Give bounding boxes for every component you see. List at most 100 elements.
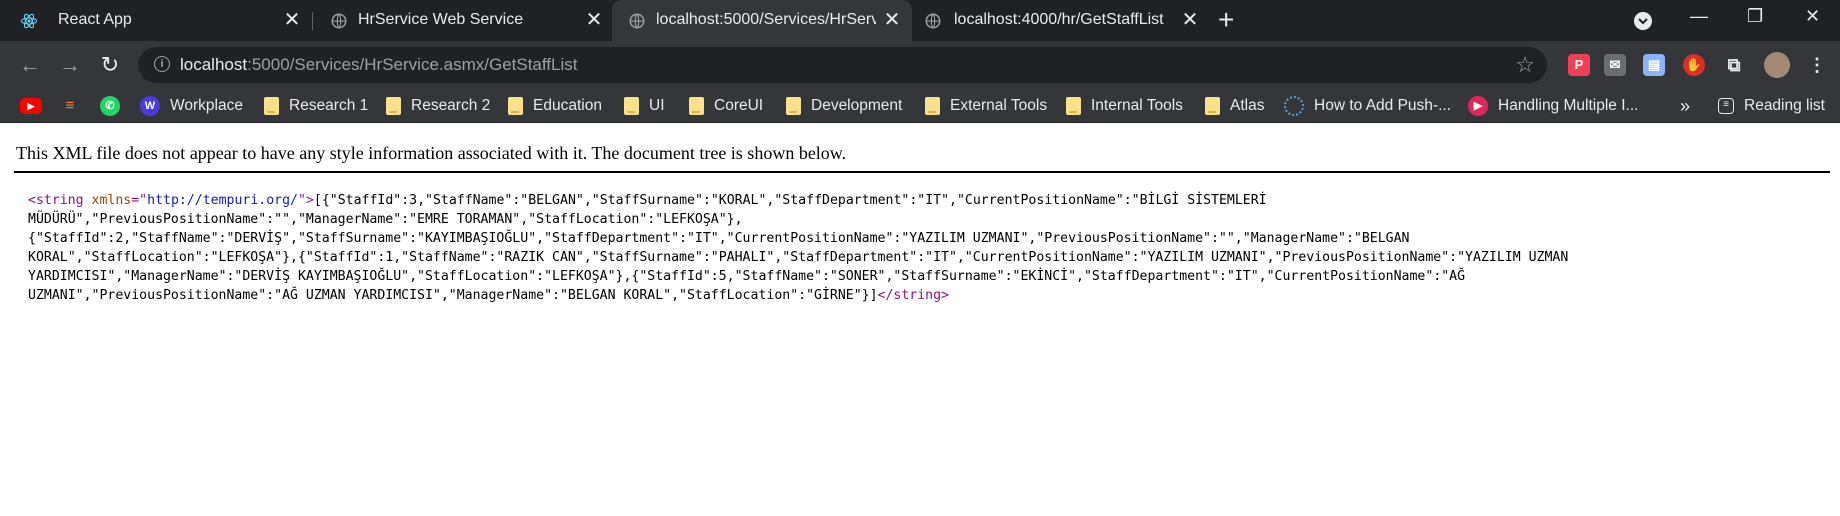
bookmark-internal-tools[interactable]: Internal Tools	[1066, 95, 1183, 117]
folder-icon	[1066, 97, 1081, 115]
browser-toolbar: ← → ↻ i localhost:5000/Services/HrServic…	[0, 41, 1840, 90]
bookmark-development[interactable]: Development	[786, 95, 902, 117]
folder-icon	[264, 97, 279, 115]
extensions-puzzle-icon[interactable]: ⧉	[1723, 54, 1745, 76]
xml-attr-name: xmlns	[91, 193, 132, 208]
globe-icon	[629, 13, 645, 29]
url-host: localhost	[180, 55, 248, 74]
close-tab-icon[interactable]: ✕	[882, 9, 902, 31]
bookmark-label: CoreUI	[714, 97, 764, 114]
bookmark-atlas[interactable]: Atlas	[1205, 95, 1264, 117]
chrome-menu-icon[interactable]: ⋮	[1806, 54, 1828, 76]
whatsapp-bookmark[interactable]: ✆	[100, 95, 130, 117]
xml-close-tag: </string>	[877, 288, 949, 303]
folder-icon	[386, 97, 401, 115]
bookmark-label: How to Add Push-...	[1314, 97, 1451, 114]
xml-notice-text: This XML file does not appear to have an…	[16, 143, 847, 163]
xml-text-line: YARDIMCISI","ManagerName":"DERVİŞ KAYIMB…	[28, 269, 1466, 284]
bookmark-handling-multiple[interactable]: ▶ Handling Multiple I...	[1468, 95, 1638, 117]
site-info-icon[interactable]: i	[154, 56, 170, 72]
xml-text-line: [{"StaffId":3,"StaffName":"BELGAN","Staf…	[313, 193, 1267, 208]
mail-extension-icon[interactable]: ✉	[1604, 54, 1626, 76]
bookmark-ui[interactable]: UI	[624, 95, 665, 117]
xml-text-line: KORAL","StaffLocation":"LEFKOŞA"},{"Staf…	[28, 250, 1569, 265]
bookmark-label: Research 2	[411, 97, 491, 114]
tab-react-app[interactable]: React App ✕	[0, 0, 310, 41]
bookmark-star-icon[interactable]: ☆	[1515, 52, 1535, 78]
sheet-extension-icon[interactable]: ▤	[1643, 54, 1665, 76]
tab-title: localhost:4000/hr/GetStaffList	[954, 11, 1164, 28]
tab-hrservice-web-service[interactable]: HrService Web Service ✕	[310, 0, 610, 41]
tab-title: localhost:5000/Services/HrService	[656, 11, 876, 28]
page-content: This XML file does not appear to have an…	[0, 123, 1840, 516]
stackoverflow-bookmark[interactable]: ≡	[60, 95, 90, 117]
reading-list-icon: ≡	[1718, 98, 1734, 114]
url-text[interactable]: localhost:5000/Services/HrService.asmx/G…	[180, 55, 577, 75]
forward-button[interactable]: →	[56, 51, 84, 79]
folder-icon	[786, 97, 801, 115]
globe-icon	[331, 13, 347, 29]
globe-icon	[925, 13, 941, 29]
pocket-extension-icon[interactable]: P	[1568, 54, 1590, 76]
bookmark-workplace[interactable]: W Workplace	[140, 95, 243, 117]
bookmark-push-notifications[interactable]: How to Add Push-...	[1284, 95, 1451, 117]
address-bar[interactable]: i localhost:5000/Services/HrService.asmx…	[138, 47, 1547, 83]
bookmark-label: Handling Multiple I...	[1498, 97, 1639, 114]
workplace-icon: W	[140, 96, 160, 116]
tab-search-icon[interactable]	[1634, 12, 1652, 30]
react-icon	[20, 13, 38, 29]
xml-attr-eq: ="	[131, 193, 148, 208]
bookmark-label: External Tools	[950, 97, 1048, 114]
folder-icon	[624, 97, 639, 115]
minimize-button[interactable]: —	[1690, 6, 1708, 27]
xml-text-line: {"StaffId":2,"StaffName":"DERVİŞ","Staff…	[28, 231, 1410, 246]
tab-localhost-4000[interactable]: localhost:4000/hr/GetStaffList ✕	[912, 0, 1212, 41]
back-button[interactable]: ←	[16, 51, 44, 79]
bookmark-research-1[interactable]: Research 1	[264, 95, 368, 117]
folder-icon	[689, 97, 704, 115]
bookmark-research-2[interactable]: Research 2	[386, 95, 490, 117]
xml-text-line: MÜDÜRÜ","PreviousPositionName":"","Manag…	[28, 212, 743, 227]
bookmark-label: Education	[533, 97, 602, 114]
close-tab-icon[interactable]: ✕	[584, 9, 604, 31]
folder-icon	[925, 97, 940, 115]
bookmark-label: Internal Tools	[1091, 97, 1183, 114]
stackoverflow-icon: ≡	[65, 97, 75, 114]
folder-icon	[1205, 97, 1220, 115]
bookmark-coreui[interactable]: CoreUI	[689, 95, 763, 117]
new-tab-button[interactable]: +	[1218, 6, 1234, 34]
tab-strip: React App ✕ HrService Web Service ✕ loca…	[0, 0, 1840, 41]
window-close-button[interactable]: ✕	[1805, 6, 1820, 27]
close-tab-icon[interactable]: ✕	[282, 9, 302, 31]
whatsapp-icon: ✆	[100, 96, 120, 116]
xml-tree: <string xmlns="http://tempuri.org/">[{"S…	[28, 191, 1818, 305]
video-icon: ▶	[1468, 96, 1488, 116]
xml-open-tag: <string	[28, 193, 84, 208]
bookmark-label: Research 1	[289, 97, 369, 114]
profile-avatar[interactable]	[1764, 52, 1790, 78]
bookmark-label: Atlas	[1230, 97, 1265, 114]
bookmarks-bar: ▶ ≡ ✆ W Workplace Research 1 Research 2 E…	[0, 90, 1840, 123]
reading-list-button[interactable]: ≡ Reading list	[1718, 95, 1825, 117]
bookmark-label: Development	[811, 97, 903, 114]
youtube-bookmark[interactable]: ▶	[20, 95, 52, 117]
bookmark-label: Workplace	[170, 97, 243, 114]
bookmark-education[interactable]: Education	[508, 95, 602, 117]
tab-localhost-5000[interactable]: localhost:5000/Services/HrService ✕	[612, 0, 912, 41]
divider	[14, 171, 1830, 173]
reload-button[interactable]: ↻	[96, 51, 124, 79]
xml-attr-close: ">	[297, 193, 314, 208]
youtube-icon: ▶	[20, 98, 42, 114]
bookmarks-overflow-button[interactable]: »	[1680, 95, 1690, 117]
reading-list-label: Reading list	[1744, 97, 1825, 114]
bookmark-external-tools[interactable]: External Tools	[925, 95, 1047, 117]
close-tab-icon[interactable]: ✕	[1180, 9, 1200, 31]
spinner-icon	[1284, 96, 1304, 116]
tab-title: React App	[58, 11, 132, 28]
restore-button[interactable]: ❐	[1747, 6, 1763, 27]
xml-attr-value: http://tempuri.org/	[147, 193, 298, 208]
url-path: :5000/Services/HrService.asmx/GetStaffLi…	[247, 55, 578, 74]
tab-title: HrService Web Service	[358, 11, 524, 28]
xml-text-line: UZMANI","PreviousPositionName":"AĞ UZMAN…	[28, 288, 878, 303]
hand-extension-icon[interactable]: ✋	[1683, 54, 1705, 76]
